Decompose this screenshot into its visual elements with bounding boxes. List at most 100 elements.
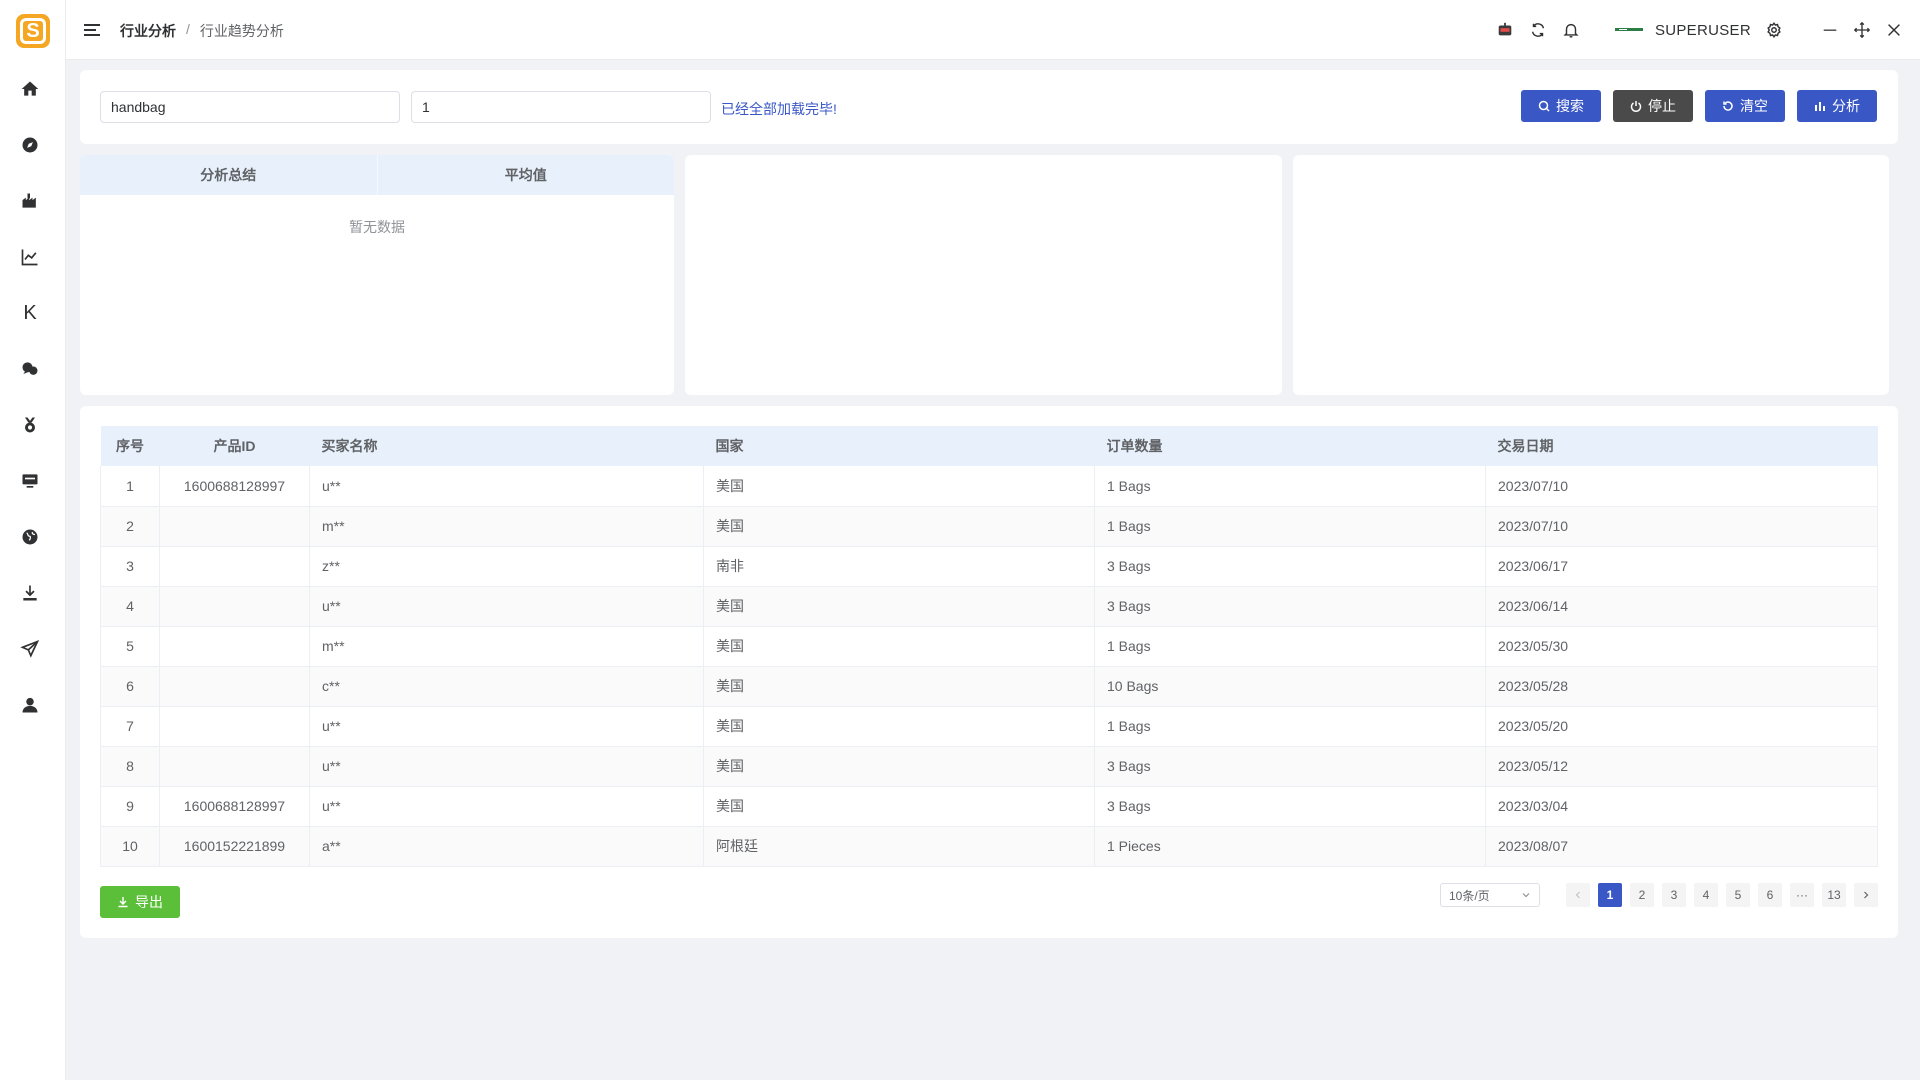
reset-icon bbox=[1723, 101, 1733, 111]
cell-country: 美国 bbox=[703, 586, 1095, 626]
page-number-5[interactable]: 5 bbox=[1726, 883, 1750, 907]
next-page-button[interactable] bbox=[1854, 883, 1878, 907]
cell-buyer: c** bbox=[309, 666, 704, 706]
monitor-icon[interactable] bbox=[18, 469, 42, 493]
left-sidebar: S K bbox=[0, 0, 66, 1080]
prev-page-button[interactable] bbox=[1566, 883, 1590, 907]
page-number-2[interactable]: 2 bbox=[1630, 883, 1654, 907]
cell-product-id bbox=[159, 706, 310, 746]
page-last[interactable]: 13 bbox=[1822, 883, 1846, 907]
cell-order-qty: 1 Bags bbox=[1094, 706, 1486, 746]
cell-index: 5 bbox=[100, 626, 160, 666]
search-button-label: 搜索 bbox=[1556, 98, 1584, 114]
cell-buyer: u** bbox=[309, 586, 704, 626]
chart-panel-2 bbox=[1293, 155, 1889, 395]
page-ellipsis[interactable]: ··· bbox=[1790, 883, 1814, 907]
analyze-button[interactable]: 分析 bbox=[1797, 90, 1877, 122]
username-label[interactable]: SUPERUSER bbox=[1655, 22, 1751, 39]
globe-icon[interactable] bbox=[18, 525, 42, 549]
cell-order-qty: 3 Bags bbox=[1094, 546, 1486, 586]
export-button-label: 导出 bbox=[135, 894, 163, 910]
cell-trade-date: 2023/08/07 bbox=[1485, 826, 1878, 866]
stop-button[interactable]: 停止 bbox=[1613, 90, 1693, 122]
menu-toggle-icon[interactable] bbox=[82, 20, 102, 40]
pagination: 10条/页 123456 ··· 13 bbox=[1440, 883, 1878, 907]
cell-index: 7 bbox=[100, 706, 160, 746]
page-size-select[interactable]: 10条/页 bbox=[1440, 883, 1540, 907]
table-row: 7 u** 美国 1 Bags 2023/05/20 bbox=[100, 706, 1878, 746]
home-icon[interactable] bbox=[18, 77, 42, 101]
chevron-right-icon bbox=[1864, 891, 1869, 899]
search-button[interactable]: 搜索 bbox=[1521, 90, 1601, 122]
page-size-value: 10条/页 bbox=[1449, 888, 1490, 903]
cell-order-qty: 1 Pieces bbox=[1094, 826, 1486, 866]
col-header-product-id: 产品ID bbox=[213, 438, 256, 454]
cell-buyer: a** bbox=[309, 826, 704, 866]
chat-icon[interactable] bbox=[18, 357, 42, 381]
cell-product-id[interactable]: 1600688128997 bbox=[159, 786, 310, 826]
cell-index: 6 bbox=[100, 666, 160, 706]
cell-country: 美国 bbox=[703, 466, 1095, 506]
cell-product-id[interactable]: 1600688128997 bbox=[159, 466, 310, 506]
page-number-4[interactable]: 4 bbox=[1694, 883, 1718, 907]
cell-country: 美国 bbox=[703, 666, 1095, 706]
cell-index: 2 bbox=[100, 506, 160, 546]
breadcrumb-trend-analysis: 行业趋势分析 bbox=[199, 23, 284, 39]
medal-icon[interactable] bbox=[18, 413, 42, 437]
factory-icon[interactable] bbox=[18, 189, 42, 213]
col-header-buyer: 买家名称 bbox=[321, 438, 378, 454]
send-icon[interactable] bbox=[18, 637, 42, 661]
cell-trade-date: 2023/05/30 bbox=[1485, 626, 1878, 666]
export-button[interactable]: 导出 bbox=[100, 886, 180, 918]
gear-icon[interactable] bbox=[1764, 20, 1784, 40]
refresh-icon[interactable] bbox=[1528, 20, 1548, 40]
cell-country: 美国 bbox=[703, 706, 1095, 746]
cell-country: 南非 bbox=[703, 546, 1095, 586]
avatar[interactable] bbox=[1614, 25, 1643, 35]
cell-buyer: u** bbox=[309, 466, 704, 506]
download-icon[interactable] bbox=[18, 581, 42, 605]
minimize-icon[interactable] bbox=[1820, 20, 1840, 40]
close-icon[interactable] bbox=[1884, 20, 1904, 40]
cell-trade-date: 2023/03/04 bbox=[1485, 786, 1878, 826]
cell-product-id bbox=[159, 746, 310, 786]
page-number-3[interactable]: 3 bbox=[1662, 883, 1686, 907]
cell-index: 10 bbox=[100, 826, 160, 866]
table-row: 2 m** 美国 1 Bags 2023/07/10 bbox=[100, 506, 1878, 546]
k-letter-icon[interactable]: K bbox=[18, 301, 42, 325]
cell-country: 美国 bbox=[703, 626, 1095, 666]
table-row: 4 u** 美国 3 Bags 2023/06/14 bbox=[100, 586, 1878, 626]
cell-trade-date: 2023/05/12 bbox=[1485, 746, 1878, 786]
clear-button[interactable]: 清空 bbox=[1705, 90, 1785, 122]
cell-buyer: z** bbox=[309, 546, 704, 586]
keyword-input[interactable] bbox=[100, 91, 400, 123]
cell-country: 美国 bbox=[703, 786, 1095, 826]
col-header-trade-date: 交易日期 bbox=[1497, 438, 1554, 454]
user-icon[interactable] bbox=[18, 693, 42, 717]
cell-product-id bbox=[159, 506, 310, 546]
main-content: 已经全部加载完毕! 搜索 停止 清空 分析 分析总结 平均值 暂无数据 bbox=[66, 60, 1920, 1080]
line-chart-icon[interactable] bbox=[18, 245, 42, 269]
table-row: 10 1600152221899 a** 阿根廷 1 Pieces 2023/08/07 bbox=[100, 826, 1878, 866]
bell-icon[interactable] bbox=[1561, 20, 1581, 40]
cell-trade-date: 2023/05/20 bbox=[1485, 706, 1878, 746]
breadcrumb-industry-analysis[interactable]: 行业分析 bbox=[120, 21, 176, 41]
cell-index: 1 bbox=[100, 466, 160, 506]
chevron-down-icon bbox=[1522, 893, 1530, 898]
compass-icon[interactable] bbox=[18, 133, 42, 157]
stop-button-label: 停止 bbox=[1648, 98, 1676, 114]
chart-panel-1 bbox=[685, 155, 1282, 395]
move-icon[interactable] bbox=[1852, 20, 1872, 40]
cell-product-id bbox=[159, 666, 310, 706]
robot-icon[interactable] bbox=[1495, 20, 1515, 40]
page-number-1[interactable]: 1 bbox=[1598, 883, 1622, 907]
table-row: 8 u** 美国 3 Bags 2023/05/12 bbox=[100, 746, 1878, 786]
cell-buyer: u** bbox=[309, 786, 704, 826]
app-logo[interactable]: S bbox=[16, 14, 50, 48]
analyze-button-label: 分析 bbox=[1832, 98, 1860, 114]
page-number-6[interactable]: 6 bbox=[1758, 883, 1782, 907]
page-count-input[interactable] bbox=[411, 91, 711, 123]
cell-buyer: u** bbox=[309, 706, 704, 746]
cell-product-id[interactable]: 1600152221899 bbox=[159, 826, 310, 866]
cell-index: 8 bbox=[100, 746, 160, 786]
